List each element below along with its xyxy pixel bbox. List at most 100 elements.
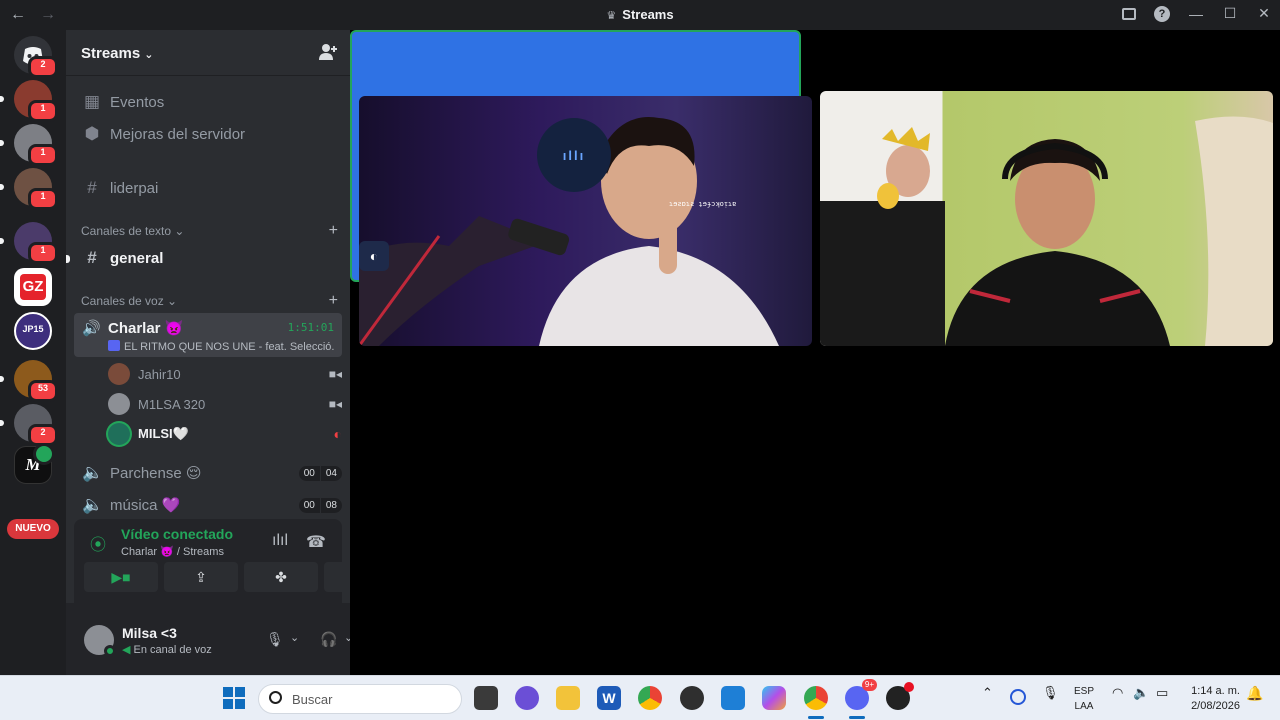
voice-channel-charlar[interactable]: 🔊 Charlar 👿 1:51:01 EL RITMO QUE NOS UNE…	[74, 313, 342, 357]
close-button[interactable]: ✕	[1256, 5, 1272, 22]
server-icon[interactable]: 2	[0, 404, 58, 446]
notification-bell-icon[interactable]: 🔔	[1246, 685, 1263, 702]
wifi-icon[interactable]: ◠	[1112, 685, 1123, 701]
voice-activity-avatar: ıllı	[537, 118, 611, 192]
server-icon[interactable]: 1	[0, 222, 58, 264]
server-icon[interactable]: 1	[0, 168, 58, 210]
channel-sidebar: Streams ⌄ ▦ Eventos ⬢ Mejoras del servidor …	[66, 30, 398, 675]
stream-icon	[108, 340, 120, 351]
server-m-icon[interactable]: M	[14, 443, 55, 484]
task-view-icon[interactable]	[474, 686, 498, 710]
add-member-icon[interactable]	[318, 42, 338, 62]
unread-badge: 1	[28, 188, 58, 210]
chrome-profile-icon[interactable]	[804, 686, 828, 710]
taskbar-search[interactable]: Buscar	[258, 684, 462, 714]
battery-icon[interactable]: ▭	[1156, 685, 1168, 701]
server-icon[interactable]: 1	[0, 80, 58, 122]
discord-taskbar-icon[interactable]: 9+	[845, 679, 877, 710]
new-badge[interactable]: NUEVO	[7, 519, 59, 539]
server-gz-icon[interactable]: GZ	[14, 268, 52, 306]
voice-connection-panel: ⦿ Vídeo conectado Charlar 👿 / Streams ıl…	[74, 519, 398, 603]
channel-status: EL RITMO QUE NOS UNE - feat. Selecció...	[108, 340, 334, 353]
microphone-icon[interactable]: 🎙	[266, 631, 284, 648]
video-stage: ɿɘƨɒɿƨ ʇɘɟɔʞoᴉɿɐ ıllı ◐	[350, 30, 1280, 675]
windows-taskbar: Buscar W 9+ ⌃ 🎙 ESP LAA ◠ 🔈 ▭ 1:14 a. m. 2…	[0, 675, 1280, 720]
signal-icon[interactable]: ⦿	[90, 531, 106, 555]
calendar-icon: ▦	[83, 92, 101, 111]
language-indicator[interactable]: ESP LAA	[1074, 684, 1094, 714]
server-icon[interactable]: 1	[0, 124, 58, 166]
video-icon: ■◂	[328, 397, 342, 411]
webcam-feed	[820, 116, 1273, 346]
help-icon[interactable]: ?	[1154, 5, 1170, 22]
file-explorer-icon[interactable]	[556, 686, 580, 710]
unread-badge: 2	[28, 56, 58, 78]
avatar	[108, 363, 130, 385]
obs-icon[interactable]	[680, 686, 704, 710]
screen-share-button[interactable]: ⇪	[164, 562, 238, 592]
chrome-icon[interactable]	[638, 686, 662, 710]
channel-general[interactable]: # general	[74, 243, 342, 273]
server-name[interactable]: Streams ⌄	[81, 45, 153, 62]
online-status-dot	[104, 645, 116, 657]
channel-liderpai[interactable]: # liderpai	[74, 173, 342, 203]
text-channels-category[interactable]: Canales de texto ⌄ +	[81, 222, 338, 240]
user-limit-pill: 00 08	[298, 498, 342, 513]
windows-start-icon[interactable]	[222, 686, 246, 710]
server-icon[interactable]: 53	[0, 360, 58, 402]
voice-channels-category[interactable]: Canales de voz ⌄ +	[81, 292, 338, 310]
hashtag-icon: #	[87, 248, 97, 267]
server-header[interactable]: Streams ⌄	[66, 30, 350, 76]
disconnect-icon[interactable]: ☎	[306, 532, 326, 552]
unread-pip	[66, 255, 70, 263]
window-title-text: Streams	[622, 7, 674, 22]
window-controls: ? — ☐ ✕	[1122, 5, 1272, 22]
speaker-icon: 🔈	[82, 495, 104, 514]
window-title: ♛ Streams	[0, 7, 1280, 22]
voice-user[interactable]: M1LSA 320 ■◂	[108, 390, 342, 418]
noise-suppression-icon[interactable]: ılıl	[272, 532, 288, 550]
add-channel-icon[interactable]: +	[329, 222, 338, 240]
server-icon: ♛	[606, 10, 617, 22]
active-app-indicator	[849, 716, 865, 719]
camera-button[interactable]: ▶■	[84, 562, 158, 592]
chevron-down-icon: ⌄	[144, 49, 154, 61]
events-item[interactable]: ▦ Eventos	[74, 87, 342, 117]
voice-user[interactable]: Jahir10 ■◂	[108, 360, 342, 388]
maximize-button[interactable]: ☐	[1222, 5, 1238, 22]
user-limit-pill: 00 04	[298, 466, 342, 481]
activities-button[interactable]: ✤	[244, 562, 318, 592]
add-channel-icon[interactable]: +	[329, 292, 338, 310]
chevron-up-icon[interactable]: ⌃	[982, 685, 993, 701]
video-tile[interactable]	[820, 91, 1273, 346]
server-jp15-icon[interactable]: JP15	[14, 312, 52, 350]
recording-app-icon[interactable]	[886, 682, 914, 710]
microphone-icon[interactable]: 🎙	[1042, 685, 1059, 701]
title-bar: ← → ♛ Streams ? — ☐ ✕	[0, 0, 1280, 30]
volume-icon[interactable]: 🔈	[1133, 685, 1149, 701]
system-clock[interactable]: 1:14 a. m. 2/08/2026	[1191, 684, 1240, 714]
speaker-icon: 🔊	[82, 320, 101, 337]
activity-icon: ◐	[333, 426, 342, 442]
word-icon[interactable]: W	[597, 686, 621, 710]
unread-badge: 1	[28, 242, 58, 264]
username[interactable]: Milsa <3	[122, 625, 177, 641]
discord-home-button[interactable]: 2	[14, 36, 58, 78]
chevron-down-icon[interactable]: ⌄	[290, 631, 299, 644]
unread-badge: 1	[28, 144, 58, 166]
copilot-icon[interactable]	[762, 686, 786, 710]
store-icon[interactable]	[721, 686, 745, 710]
discord-badge: 9+	[861, 679, 877, 691]
activity-icon[interactable]: ◐	[359, 241, 389, 271]
server-boosts-item[interactable]: ⬢ Mejoras del servidor	[74, 119, 342, 149]
headphones-icon[interactable]: 🎧	[320, 631, 337, 648]
voice-user[interactable]: MILSI🤍 ◐	[108, 420, 342, 448]
call-timer: 1:51:01	[287, 321, 334, 334]
teams-icon[interactable]	[515, 686, 539, 710]
inbox-icon[interactable]	[1122, 7, 1136, 20]
video-icon: ■◂	[328, 367, 342, 381]
vpn-icon[interactable]	[1010, 689, 1026, 705]
minimize-button[interactable]: —	[1188, 6, 1204, 22]
connection-status[interactable]: Vídeo conectado	[121, 526, 233, 542]
connection-channel[interactable]: Charlar 👿 / Streams	[121, 545, 224, 558]
